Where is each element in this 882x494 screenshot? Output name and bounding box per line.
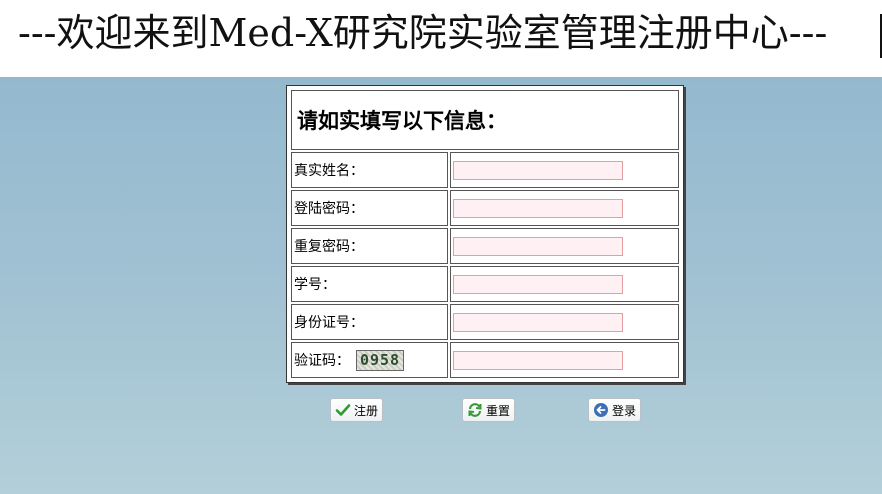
student-id-label: 学号： [291, 266, 448, 302]
repeat-password-input[interactable] [453, 237, 623, 257]
registration-form: 请如实填写以下信息： 真实姓名： 登陆密码： 重复密码： 学号： 身份证号： 验… [286, 85, 684, 383]
id-number-input[interactable] [453, 313, 623, 333]
login-button[interactable]: 登录 [588, 398, 641, 422]
id-number-label: 身份证号： [291, 304, 448, 340]
form-header: 请如实填写以下信息： [291, 90, 679, 150]
page-banner: ---欢迎来到Med-X研究院实验室管理注册中心--- [0, 0, 882, 77]
register-button-label: 注册 [354, 403, 379, 418]
student-id-input[interactable] [453, 275, 623, 295]
login-password-label: 登陆密码： [291, 190, 448, 226]
captcha-label: 验证码： [294, 353, 350, 369]
register-button[interactable]: 注册 [330, 398, 383, 422]
reset-button[interactable]: 重置 [462, 398, 515, 422]
refresh-icon [467, 402, 483, 418]
checkmark-icon [335, 402, 351, 418]
captcha-image[interactable]: 0958 [356, 349, 404, 371]
captcha-input[interactable] [453, 351, 623, 371]
page-title: ---欢迎来到Med-X研究院实验室管理注册中心--- [18, 11, 828, 55]
real-name-label: 真实姓名： [291, 152, 448, 188]
reset-button-label: 重置 [486, 403, 511, 418]
arrow-left-icon [593, 402, 609, 418]
repeat-password-label: 重复密码： [291, 228, 448, 264]
login-button-label: 登录 [612, 403, 637, 418]
captcha-row-label: 验证码： 0958 [291, 342, 448, 378]
real-name-input[interactable] [453, 161, 623, 181]
login-password-input[interactable] [453, 199, 623, 219]
form-table: 请如实填写以下信息： 真实姓名： 登陆密码： 重复密码： 学号： 身份证号： 验… [289, 88, 681, 380]
